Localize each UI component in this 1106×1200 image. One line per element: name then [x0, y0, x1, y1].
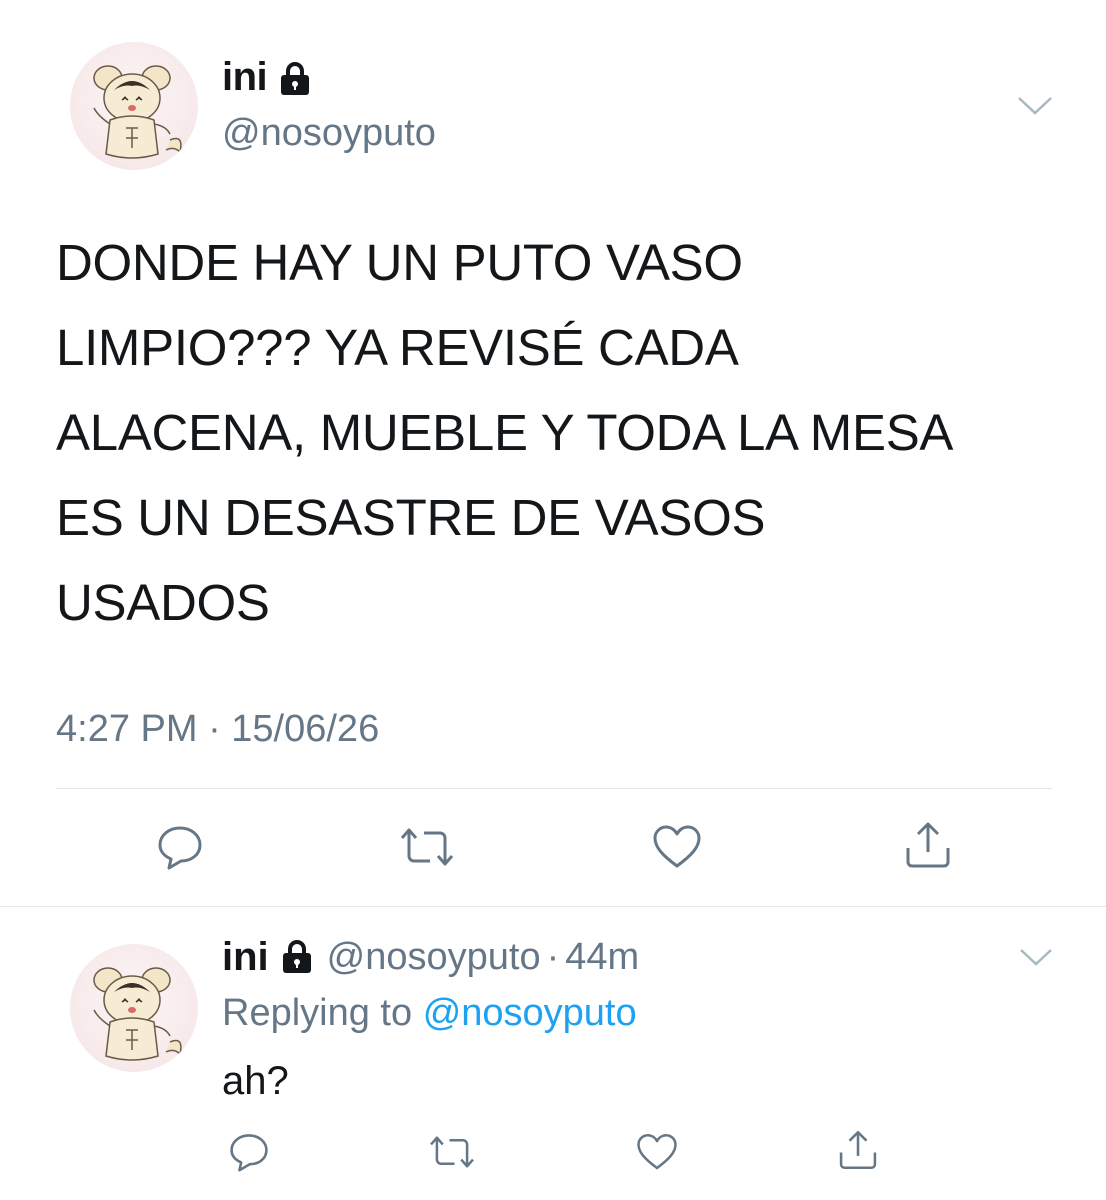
retweet-icon[interactable] [396, 826, 458, 868]
handle[interactable]: @nosoyputo [222, 108, 436, 158]
avatar[interactable] [70, 42, 198, 170]
like-icon[interactable] [636, 1132, 678, 1172]
reply-display-name[interactable]: ini [222, 932, 269, 982]
timestamp[interactable]: 4:27 PM · 15/06/26 [56, 704, 379, 754]
separator: · [546, 936, 560, 978]
divider [0, 906, 1106, 907]
retweet-icon[interactable] [426, 1134, 478, 1170]
share-icon[interactable] [902, 820, 954, 870]
like-icon[interactable] [652, 824, 702, 870]
replying-prefix: Replying to [222, 992, 413, 1034]
reply-handle[interactable]: @nosoyputo [327, 932, 541, 982]
chevron-down-icon[interactable] [1016, 94, 1054, 118]
display-name-text: ini [222, 55, 268, 99]
share-icon[interactable] [836, 1128, 880, 1172]
replying-to: Replying to @nosoyputo [222, 988, 637, 1038]
chevron-down-icon[interactable] [1018, 946, 1054, 968]
reply-icon[interactable] [228, 1132, 270, 1172]
reply-icon[interactable] [156, 824, 204, 870]
reply-text: ah? [222, 1059, 289, 1103]
tweet-text: DONDE HAY UN PUTO VASO LIMPIO??? YA REVI… [56, 234, 954, 631]
lock-icon [277, 59, 313, 95]
divider [56, 788, 1052, 789]
reply-header: ini @nosoyputo · 44m [222, 932, 639, 982]
display-name[interactable]: ini [222, 52, 313, 102]
reply-age[interactable]: 44m [565, 932, 639, 982]
replying-handle-link[interactable]: @nosoyputo [423, 992, 637, 1034]
lock-icon [279, 939, 315, 975]
reply-avatar[interactable] [70, 944, 198, 1072]
